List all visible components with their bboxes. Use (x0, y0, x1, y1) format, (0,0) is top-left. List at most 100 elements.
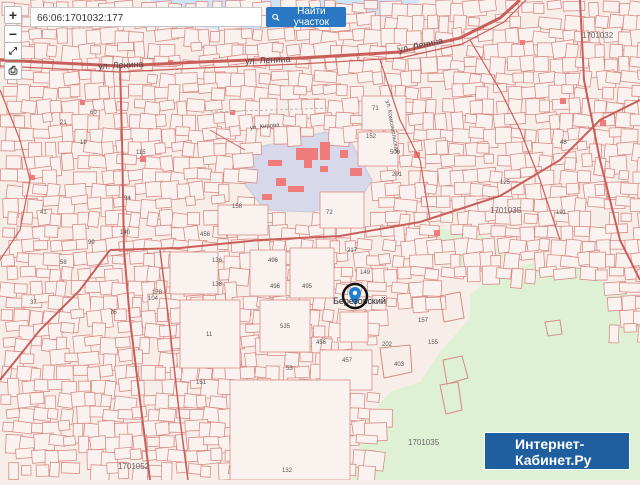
parcel[interactable] (7, 266, 18, 280)
parcel[interactable] (421, 87, 432, 98)
parcel[interactable] (342, 97, 360, 114)
parcel[interactable] (113, 170, 129, 185)
parcel[interactable] (511, 268, 524, 288)
parcel[interactable] (1, 395, 11, 405)
parcel[interactable] (595, 15, 609, 28)
parcel[interactable] (250, 250, 286, 296)
parcel[interactable] (30, 392, 44, 404)
parcel[interactable] (454, 267, 466, 277)
parcel[interactable] (91, 46, 101, 54)
parcel[interactable] (534, 56, 549, 71)
parcel[interactable] (312, 296, 325, 310)
parcel[interactable] (244, 70, 256, 89)
parcel[interactable] (241, 28, 252, 38)
parcel[interactable] (73, 251, 88, 265)
parcel[interactable] (214, 143, 226, 155)
parcel[interactable] (496, 268, 511, 279)
parcel[interactable] (213, 112, 225, 123)
parcel[interactable] (157, 308, 167, 322)
parcel[interactable] (159, 100, 175, 111)
parcel[interactable] (1, 141, 15, 151)
parcel[interactable] (314, 99, 326, 113)
parcel[interactable] (325, 56, 337, 71)
parcel[interactable] (629, 57, 640, 68)
parcel[interactable] (618, 56, 629, 72)
parcel[interactable] (426, 297, 447, 310)
parcel[interactable] (580, 266, 597, 280)
parcel[interactable] (534, 4, 544, 14)
parcel[interactable] (336, 85, 347, 96)
parcel[interactable] (61, 462, 80, 473)
parcel[interactable] (437, 196, 450, 207)
parcel[interactable] (523, 72, 533, 83)
parcel[interactable] (61, 153, 74, 171)
parcel[interactable] (632, 85, 640, 97)
parcel[interactable] (240, 367, 255, 379)
parcel[interactable] (30, 281, 43, 295)
parcel[interactable] (357, 238, 372, 250)
parcel[interactable] (284, 27, 295, 41)
parcel[interactable] (300, 352, 313, 362)
parcel[interactable] (155, 225, 172, 236)
parcel[interactable] (340, 312, 368, 342)
parcel[interactable] (161, 463, 172, 480)
parcel[interactable] (183, 83, 199, 93)
parcel[interactable] (630, 199, 640, 212)
parcel[interactable] (226, 86, 243, 96)
cadastral-search-input[interactable] (31, 10, 261, 28)
parcel[interactable] (423, 280, 442, 296)
parcel[interactable] (421, 57, 438, 74)
parcel[interactable] (104, 98, 117, 114)
parcel[interactable] (71, 309, 84, 319)
parcel[interactable] (60, 322, 74, 333)
parcel[interactable] (17, 84, 31, 102)
parcel[interactable] (43, 253, 61, 266)
parcel[interactable] (63, 436, 75, 446)
parcel[interactable] (87, 197, 102, 210)
parcel[interactable] (33, 240, 47, 249)
parcel[interactable] (378, 253, 390, 264)
parcel[interactable] (188, 464, 202, 475)
parcel[interactable] (423, 113, 434, 131)
parcel[interactable] (13, 421, 33, 434)
parcel[interactable] (397, 293, 412, 309)
zoom-out-button[interactable]: − (4, 25, 22, 43)
parcel[interactable] (314, 70, 337, 83)
parcel[interactable] (200, 466, 210, 477)
parcel[interactable] (553, 267, 576, 280)
parcel[interactable] (211, 88, 225, 101)
parcel[interactable] (287, 126, 301, 146)
parcel[interactable] (159, 325, 178, 337)
parcel[interactable] (170, 252, 218, 294)
parcel[interactable] (469, 127, 485, 139)
parcel[interactable] (633, 311, 640, 325)
parcel[interactable] (147, 74, 158, 84)
parcel[interactable] (274, 127, 288, 145)
parcel[interactable] (630, 114, 640, 126)
parcel[interactable] (210, 31, 219, 42)
parcel[interactable] (9, 463, 18, 480)
parcel[interactable] (364, 0, 378, 9)
parcel[interactable] (495, 127, 511, 143)
parcel[interactable] (351, 115, 363, 123)
find-parcel-button[interactable]: Найти участок (266, 7, 346, 27)
parcel[interactable] (468, 17, 479, 26)
parcel[interactable] (621, 213, 631, 221)
parcel[interactable] (510, 16, 521, 27)
parcel[interactable] (21, 466, 31, 476)
parcel[interactable] (169, 423, 186, 433)
parcel[interactable] (607, 297, 622, 311)
zoom-in-button[interactable]: + (4, 6, 22, 24)
parcel[interactable] (21, 100, 37, 114)
parcel[interactable] (467, 266, 480, 282)
parcel[interactable] (610, 44, 623, 58)
parcel[interactable] (36, 465, 49, 477)
parcel[interactable] (90, 435, 107, 450)
parcel[interactable] (524, 214, 538, 224)
parcel[interactable] (147, 437, 160, 446)
parcel[interactable] (20, 266, 36, 277)
parcel[interactable] (156, 198, 172, 208)
parcel[interactable] (482, 99, 493, 114)
parcel[interactable] (218, 205, 268, 235)
parcel[interactable] (427, 15, 438, 29)
